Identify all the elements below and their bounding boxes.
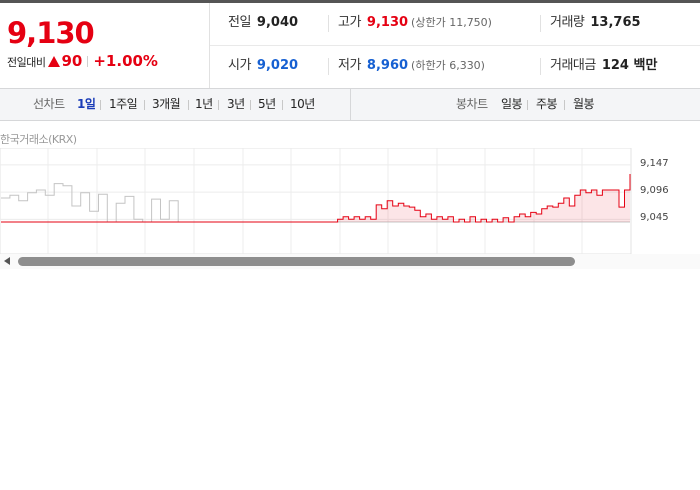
upper-limit-text: (상한가 11,750) (411, 16, 492, 29)
up-triangle-icon (48, 56, 61, 67)
y-tick-label: 9,045 (640, 212, 669, 224)
lower-limit-text: (하한가 6,330) (411, 59, 485, 72)
tab-1-day[interactable]: 1일 (77, 89, 96, 120)
column-divider (328, 58, 329, 75)
price-info-grid: 전일 9,040 고가 9,130 (상한가 11,750) 거래량 13,765 시가… (210, 3, 700, 88)
price-summary: 9,130 전일대비 90 +1.00% (0, 3, 210, 88)
tab-weekly-candle[interactable]: 주봉 (536, 89, 558, 120)
prev-close-cell: 전일 9,040 (228, 3, 298, 45)
trade-amount-label: 거래대금 (550, 58, 596, 73)
open-cell: 시가 9,020 (228, 46, 298, 88)
change-amount: 90 (61, 52, 83, 70)
current-price: 9,130 (7, 16, 95, 50)
tab-separator (218, 100, 219, 110)
volume-value: 13,765 (590, 15, 641, 30)
trade-amount-cell: 거래대금 124 백만 (550, 46, 657, 88)
high-cell: 고가 9,130 (상한가 11,750) (338, 3, 492, 45)
open-label: 시가 (228, 58, 251, 73)
tab-1-week[interactable]: 1주일 (109, 89, 138, 120)
tab-separator (188, 100, 189, 110)
price-change: 전일대비 90 +1.00% (7, 53, 158, 71)
low-label: 저가 (338, 58, 361, 73)
column-divider (328, 15, 329, 32)
info-row-2: 시가 9,020 저가 8,960 (하한가 6,330) 거래대금 124 백만 (210, 46, 700, 88)
scrollbar-thumb[interactable] (18, 257, 575, 266)
column-divider (540, 58, 541, 75)
tab-group-divider (350, 89, 351, 120)
plot-area (0, 148, 632, 254)
volume-label: 거래량 (550, 15, 585, 30)
chart-source: 한국거래소(KRX) (0, 133, 77, 146)
low-value: 8,960 (366, 58, 409, 73)
chart-scrollbar[interactable] (0, 254, 700, 269)
tab-3-years[interactable]: 3년 (227, 89, 245, 120)
y-tick-label: 9,147 (640, 157, 669, 169)
price-chart: 9,147 9,096 9,045 (0, 148, 700, 254)
change-label: 전일대비 (7, 56, 46, 69)
tab-1-year[interactable]: 1년 (195, 89, 213, 120)
low-cell: 저가 8,960 (하한가 6,330) (338, 46, 485, 88)
chart-tab-bar: 선차트 1일 1주일 3개월 1년 3년 5년 10년 봉차트 일봉 주봉 월봉 (0, 88, 700, 121)
trade-amount-value: 124 백만 (601, 58, 658, 73)
tab-separator (144, 100, 145, 110)
tab-10-years[interactable]: 10년 (290, 89, 315, 120)
tab-separator (100, 100, 101, 110)
prev-close-label: 전일 (228, 15, 251, 30)
price-chart-svg (0, 148, 632, 254)
line-chart-label: 선차트 (33, 97, 65, 111)
high-value: 9,130 (366, 15, 409, 30)
tab-monthly-candle[interactable]: 월봉 (573, 89, 595, 120)
info-row-1: 전일 9,040 고가 9,130 (상한가 11,750) 거래량 13,765 (210, 3, 700, 46)
change-divider (87, 56, 89, 67)
scroll-left-arrow-icon[interactable] (4, 257, 10, 265)
tab-separator (282, 100, 283, 110)
prev-close-value: 9,040 (256, 15, 299, 30)
column-divider (540, 15, 541, 32)
change-rate: +1.00% (93, 52, 158, 70)
y-tick-label: 9,096 (640, 185, 669, 197)
volume-cell: 거래량 13,765 (550, 3, 641, 45)
tab-daily-candle[interactable]: 일봉 (501, 89, 523, 120)
tab-5-years[interactable]: 5년 (258, 89, 276, 120)
tab-separator (527, 100, 528, 110)
high-label: 고가 (338, 15, 361, 30)
tab-3-months[interactable]: 3개월 (152, 89, 181, 120)
tab-separator (250, 100, 251, 110)
open-value: 9,020 (256, 58, 299, 73)
candle-chart-label: 봉차트 (456, 97, 488, 111)
tab-separator (564, 100, 565, 110)
